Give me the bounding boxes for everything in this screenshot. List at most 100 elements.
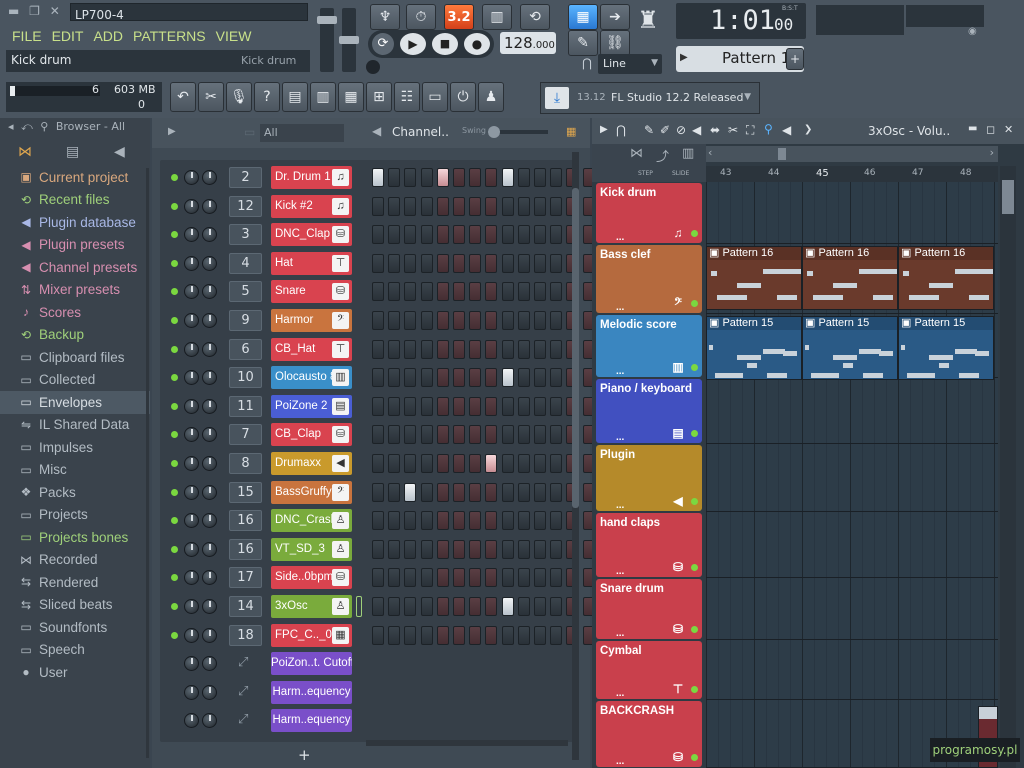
channel-pan-knob[interactable] (184, 313, 199, 328)
track-header[interactable]: Snare drum... ⛁ (596, 579, 702, 639)
step-button[interactable] (501, 196, 514, 216)
select-icon[interactable]: ⛶ (746, 123, 754, 138)
channel-volume-knob[interactable] (202, 713, 217, 729)
track-header[interactable]: hand claps... ⛁ (596, 513, 702, 577)
pattern-clip[interactable]: ▣ Pattern 15 (802, 316, 898, 380)
step-button[interactable] (550, 196, 563, 216)
channel-button[interactable]: PoiZone 2 ▤ (271, 394, 352, 418)
step-button[interactable] (372, 339, 384, 359)
step-button[interactable] (404, 225, 417, 245)
step-button[interactable] (534, 539, 546, 559)
step-button[interactable] (388, 311, 401, 330)
playlist-vscroll[interactable] (1000, 166, 1016, 768)
mute-icon[interactable]: ◀ (692, 123, 701, 137)
mixer-track-number[interactable]: 14 (229, 596, 262, 617)
slip-icon[interactable]: ⬌ (710, 123, 720, 137)
step-button[interactable] (453, 454, 465, 473)
channel-volume-knob[interactable] (202, 284, 217, 300)
step-button[interactable] (485, 282, 498, 302)
step-button[interactable] (453, 368, 465, 388)
step-button[interactable] (420, 597, 433, 616)
channel-mute-led[interactable] (171, 345, 178, 353)
step-button[interactable] (534, 225, 546, 245)
blend-notes-button[interactable]: ✎ (568, 30, 598, 56)
channel-pan-knob[interactable] (184, 398, 199, 414)
track-mute-led[interactable] (691, 430, 698, 437)
step-button[interactable] (550, 253, 563, 273)
pattern-clip[interactable]: ▣ Pattern 16 (706, 246, 802, 310)
file-tab-icon[interactable]: ▤ (66, 144, 79, 160)
link-button[interactable]: ⛓ (600, 30, 630, 56)
channel-pan-knob[interactable] (184, 284, 199, 300)
mixer-track-number[interactable]: 18 (229, 624, 262, 646)
pattern-clip[interactable]: ▣ Pattern 15 (898, 316, 994, 380)
step-button[interactable] (388, 368, 401, 388)
plugin-button[interactable]: ⏻ (450, 82, 476, 112)
step-button[interactable] (420, 339, 433, 359)
step-button[interactable] (485, 482, 498, 502)
step-button[interactable] (420, 196, 433, 216)
menu-view[interactable]: VIEW (216, 28, 252, 44)
step-button[interactable] (404, 311, 417, 330)
step-button[interactable] (485, 168, 498, 187)
step-button[interactable] (420, 568, 433, 588)
back-icon[interactable]: ⤺ (21, 120, 33, 133)
step-button[interactable] (436, 482, 449, 502)
stop-button[interactable]: ■ (432, 33, 458, 55)
track-mute-led[interactable] (691, 626, 698, 633)
channel-rack-view-button[interactable]: ▥ (310, 82, 336, 112)
step-button[interactable] (404, 196, 417, 216)
step-button[interactable] (485, 454, 498, 473)
step-button[interactable] (404, 253, 417, 273)
step-button[interactable] (485, 539, 498, 559)
step-button[interactable] (517, 196, 530, 216)
channel-volume-knob[interactable] (202, 198, 217, 214)
step-button[interactable] (534, 568, 546, 588)
step-button[interactable] (550, 568, 563, 588)
step-button[interactable] (469, 597, 482, 616)
step-button[interactable] (404, 368, 417, 388)
step-button[interactable] (372, 253, 384, 273)
slice-icon[interactable]: ✂ (728, 123, 738, 137)
step-button[interactable] (469, 425, 482, 445)
browser-item-soundfonts[interactable]: ▭ Soundfonts (0, 616, 150, 639)
play-button[interactable]: ▶ (400, 33, 426, 55)
step-button[interactable] (517, 368, 530, 388)
step-button[interactable] (388, 597, 401, 616)
step-button[interactable] (534, 625, 546, 645)
piano-roll-view-button[interactable]: ▦ (338, 82, 364, 112)
step-button[interactable] (501, 625, 514, 645)
channel-pan-knob[interactable] (184, 255, 199, 271)
channel-mute-led[interactable] (171, 402, 178, 410)
loop-record-button[interactable]: ⟲ (520, 4, 550, 30)
channel-select-indicator[interactable] (356, 596, 362, 617)
step-button[interactable] (420, 311, 433, 330)
step-button[interactable] (469, 454, 482, 473)
menu-patterns[interactable]: PATTERNS (133, 28, 206, 44)
step-button[interactable] (388, 282, 401, 302)
step-button[interactable] (388, 482, 401, 502)
pattern-clip[interactable]: ▣ Pattern 16 (802, 246, 898, 310)
step-button[interactable] (404, 454, 417, 473)
step-button[interactable] (469, 311, 482, 330)
channel-mute-led[interactable] (171, 202, 178, 210)
step-button[interactable] (550, 511, 563, 531)
mixer-track-number[interactable]: 2 (229, 167, 262, 188)
browser-item-projects-bones[interactable]: ▭ Projects bones (0, 526, 150, 549)
pattern-mode-button[interactable]: 3.2 (444, 4, 474, 30)
channel-button[interactable]: BassGruffy 𝄢 (271, 480, 352, 504)
step-button[interactable] (534, 511, 546, 531)
step-button[interactable] (550, 425, 563, 445)
step-button[interactable] (404, 511, 417, 531)
channel-pan-knob[interactable] (184, 656, 199, 672)
step-button[interactable] (517, 168, 530, 187)
track-header[interactable]: Melodic score... ▥ (596, 315, 702, 377)
step-button[interactable] (404, 168, 417, 187)
channel-mute-led[interactable] (171, 259, 178, 267)
step-button[interactable] (436, 625, 449, 645)
tempo-tap-button[interactable]: ♟ (478, 82, 504, 112)
channel-volume-knob[interactable] (202, 398, 217, 414)
step-button[interactable] (469, 511, 482, 531)
step-button[interactable] (517, 539, 530, 559)
channel-pan-knob[interactable] (184, 198, 199, 214)
